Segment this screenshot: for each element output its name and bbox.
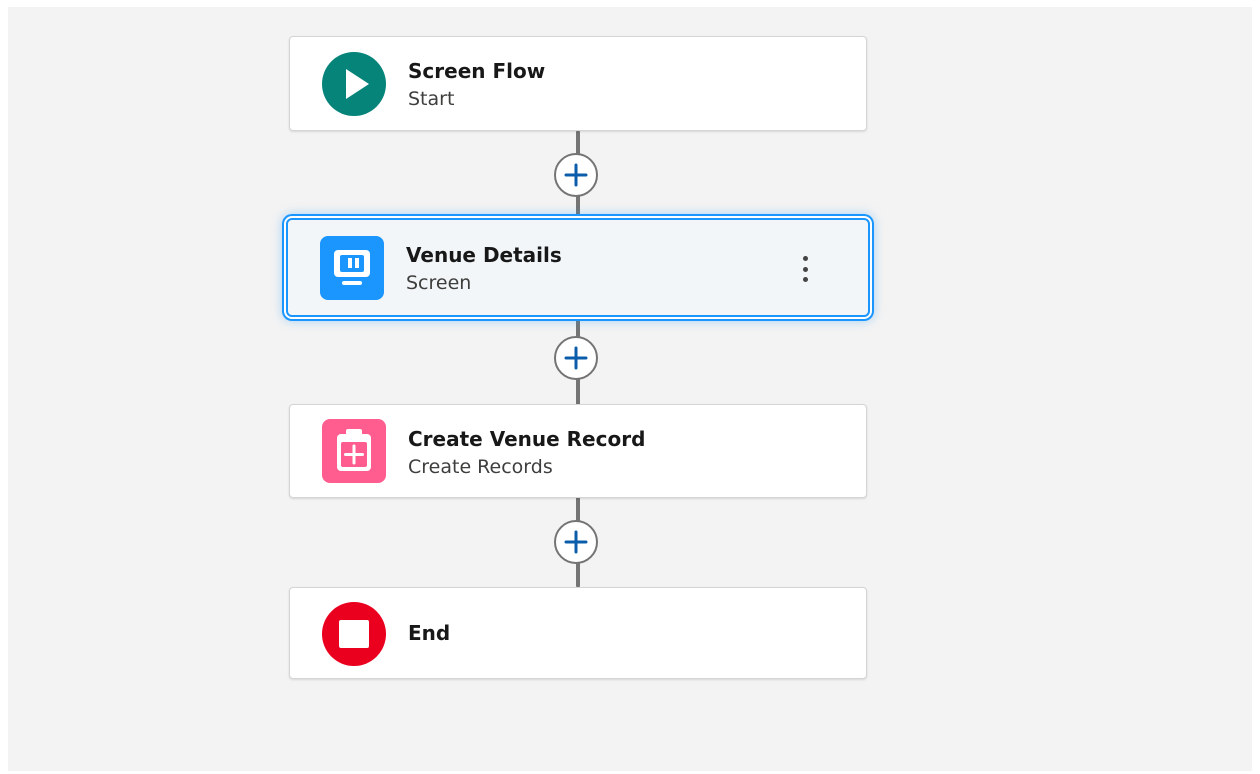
- flow-node-screen[interactable]: Venue Details Screen: [286, 218, 870, 317]
- plus-icon: [564, 346, 588, 370]
- flow-node-start[interactable]: Screen Flow Start: [289, 36, 867, 131]
- node-title: Create Venue Record: [408, 427, 646, 451]
- add-element-button-3[interactable]: [554, 520, 598, 564]
- add-element-button-1[interactable]: [554, 153, 598, 197]
- flow-node-end[interactable]: End: [289, 587, 867, 679]
- play-icon: [322, 52, 386, 116]
- node-subtitle: Create Records: [408, 456, 553, 478]
- node-subtitle: Screen: [406, 272, 472, 294]
- add-element-button-2[interactable]: [554, 336, 598, 380]
- node-title: Venue Details: [406, 243, 562, 267]
- screen-icon: [320, 236, 384, 300]
- flow-node-create-records[interactable]: Create Venue Record Create Records: [289, 404, 867, 498]
- flow-canvas[interactable]: Screen Flow Start Venue Details Screen C…: [8, 7, 1252, 771]
- node-subtitle: Start: [408, 88, 455, 110]
- node-title: End: [408, 621, 451, 645]
- more-actions-icon[interactable]: [796, 256, 814, 282]
- plus-icon: [564, 530, 588, 554]
- plus-icon: [564, 163, 588, 187]
- stop-icon: [322, 602, 386, 666]
- node-title: Screen Flow: [408, 59, 546, 83]
- record-create-icon: [322, 419, 386, 483]
